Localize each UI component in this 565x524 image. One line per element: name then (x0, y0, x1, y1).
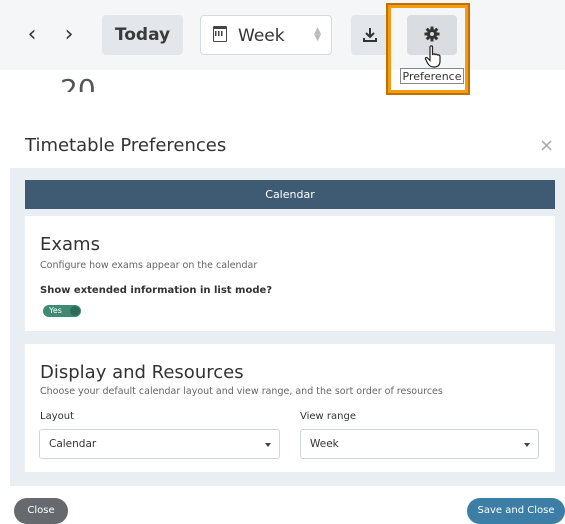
download-button[interactable] (351, 15, 389, 55)
layout-label: Layout (40, 411, 74, 422)
preference-tooltip: Preference (400, 68, 464, 84)
select-arrows-icon: ▲ ▼ (314, 26, 321, 43)
view-range-label: View range (300, 411, 356, 422)
toggle-knob (70, 306, 80, 316)
hand-cursor-icon (424, 45, 441, 68)
view-range-select-value: Week (310, 438, 339, 450)
view-range-select[interactable]: Week (300, 429, 539, 459)
exams-description: Configure how exams appear on the calend… (40, 260, 258, 271)
close-button[interactable]: Close (14, 498, 68, 524)
next-icon[interactable]: › (57, 22, 81, 50)
display-description: Choose your default calendar layout and … (40, 386, 443, 397)
previous-icon[interactable]: ‹ (20, 22, 44, 50)
display-heading: Display and Resources (40, 362, 244, 383)
close-icon[interactable]: × (539, 135, 554, 156)
extended-info-label: Show extended information in list mode? (40, 285, 273, 296)
date-number-fragment: 20 (60, 73, 96, 92)
download-icon (363, 28, 377, 42)
extended-info-toggle[interactable]: Yes (43, 305, 81, 317)
exams-heading: Exams (40, 234, 100, 255)
save-and-close-button[interactable]: Save and Close (467, 498, 565, 524)
today-button[interactable]: Today (102, 15, 183, 55)
display-resources-panel: Display and Resources Choose your defaul… (25, 344, 555, 472)
layout-select-value: Calendar (49, 438, 97, 450)
tab-calendar[interactable]: Calendar (25, 180, 555, 209)
caret-down-icon (265, 443, 271, 447)
modal-title: Timetable Preferences (25, 135, 227, 156)
layout-select[interactable]: Calendar (39, 429, 280, 459)
calendar-icon (213, 26, 227, 42)
exams-panel: Exams Configure how exams appear on the … (25, 216, 555, 331)
view-select[interactable]: Week ▲ ▼ (200, 15, 332, 55)
caret-down-icon (524, 443, 530, 447)
gear-icon (424, 26, 440, 42)
toggle-label: Yes (49, 306, 62, 315)
view-select-value: Week (238, 26, 285, 46)
